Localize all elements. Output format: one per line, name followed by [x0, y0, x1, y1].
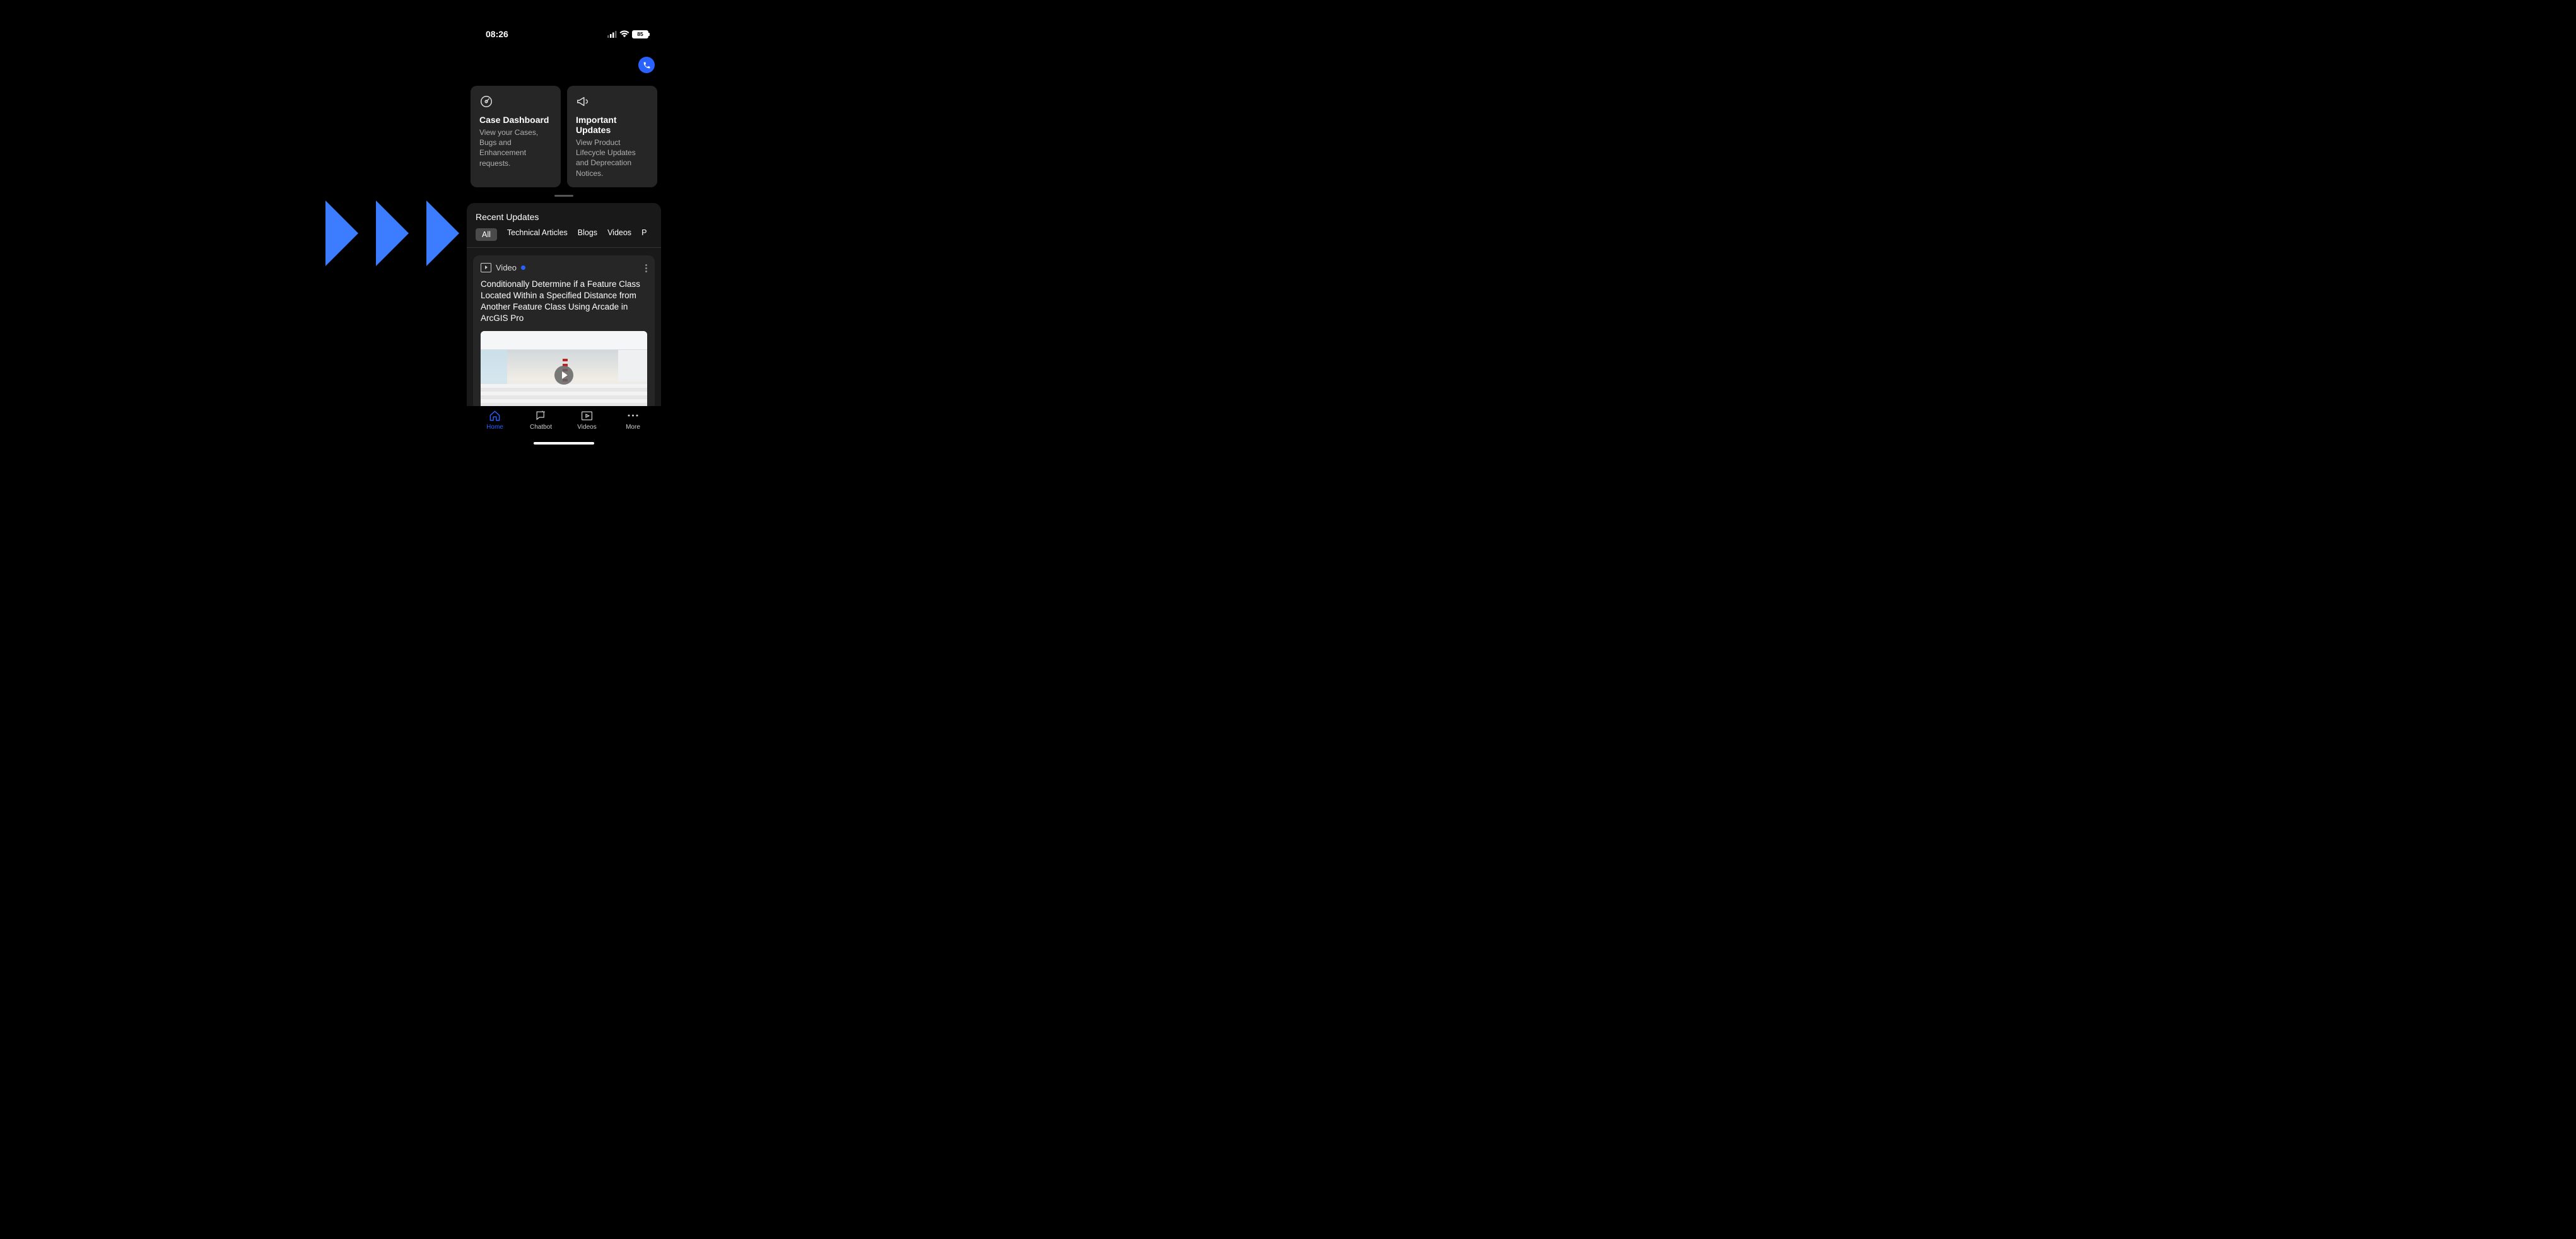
nav-home[interactable]: Home: [476, 410, 514, 448]
chat-icon: [535, 410, 547, 421]
tab-next[interactable]: P: [641, 228, 647, 241]
card-title: Case Dashboard: [479, 115, 553, 125]
video-title: Conditionally Determine if a Feature Cla…: [481, 279, 647, 325]
video-icon: [581, 410, 593, 421]
tab-all[interactable]: All: [476, 228, 497, 241]
video-card[interactable]: Video Conditionally Determine if a Featu…: [473, 255, 655, 427]
wifi-icon: [619, 30, 629, 38]
more-icon: [627, 410, 639, 421]
megaphone-icon: [576, 95, 650, 108]
tab-technical-articles[interactable]: Technical Articles: [507, 228, 568, 241]
home-icon: [489, 410, 501, 421]
important-updates-card[interactable]: Important Updates View Product Lifecycle…: [567, 86, 657, 187]
tab-blogs[interactable]: Blogs: [578, 228, 597, 241]
filter-tabs: All Technical Articles Blogs Videos P: [467, 228, 661, 248]
phone-icon: [643, 61, 651, 69]
dashboard-icon: [479, 95, 553, 108]
arrow-icon: [325, 201, 358, 266]
case-dashboard-card[interactable]: Case Dashboard View your Cases, Bugs and…: [471, 86, 561, 187]
nav-label: Videos: [577, 424, 596, 431]
status-bar: 08:26 85: [467, 25, 661, 42]
phone-screen: 08:26 85 Case Dashboard View your Cases,…: [467, 25, 661, 448]
nav-label: Home: [486, 424, 503, 431]
more-menu-button[interactable]: [645, 264, 647, 272]
pointer-arrows: [325, 201, 459, 266]
nav-more[interactable]: More: [614, 410, 652, 448]
card-description: View your Cases, Bugs and Enhancement re…: [479, 127, 553, 168]
home-indicator[interactable]: [534, 442, 594, 445]
play-icon: [554, 366, 573, 385]
section-title: Recent Updates: [467, 203, 661, 228]
tab-videos[interactable]: Videos: [607, 228, 631, 241]
unread-indicator: [521, 265, 525, 270]
video-badge-icon: [481, 263, 491, 272]
battery-icon: 85: [632, 30, 648, 38]
arrow-icon: [426, 201, 459, 266]
call-button[interactable]: [638, 57, 655, 73]
arrow-icon: [376, 201, 409, 266]
nav-label: Chatbot: [530, 424, 552, 431]
drag-handle[interactable]: [554, 195, 573, 197]
card-description: View Product Lifecycle Updates and Depre…: [576, 137, 650, 178]
content-type-label: Video: [496, 263, 517, 272]
card-title: Important Updates: [576, 115, 650, 135]
nav-label: More: [626, 424, 640, 431]
clock: 08:26: [486, 29, 508, 39]
cellular-icon: [607, 31, 617, 38]
recent-updates-section: Recent Updates All Technical Articles Bl…: [467, 203, 661, 427]
